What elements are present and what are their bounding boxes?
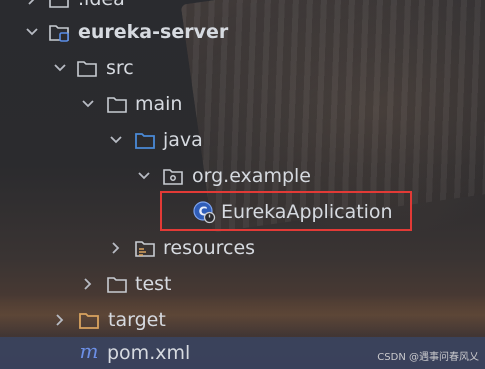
- tree-item-target[interactable]: target: [0, 303, 485, 337]
- tree-item-label: .idea: [78, 0, 125, 11]
- chevron-down-icon[interactable]: [108, 132, 124, 148]
- chevron-right-icon[interactable]: [108, 240, 124, 256]
- chevron-down-icon[interactable]: [136, 168, 152, 184]
- tree-item-label: src: [106, 57, 134, 79]
- module-folder-icon: [49, 25, 69, 42]
- project-tree: .idea eureka-server src main: [0, 0, 485, 369]
- tree-item-label: eureka-server: [78, 21, 229, 43]
- tree-item-idea[interactable]: .idea: [0, 0, 485, 16]
- svg-text:m: m: [80, 341, 99, 363]
- chevron-down-icon[interactable]: [80, 96, 96, 112]
- chevron-down-icon[interactable]: [24, 24, 40, 40]
- tree-item-resources[interactable]: resources: [0, 231, 485, 265]
- folder-icon: [107, 97, 127, 113]
- folder-icon: [49, 0, 69, 8]
- watermark: CSDN @遇事问春风乂: [377, 352, 479, 363]
- tree-item-test[interactable]: test: [0, 267, 485, 301]
- folder-icon: [77, 61, 97, 77]
- tree-item-org-example[interactable]: org.example: [0, 159, 485, 193]
- maven-icon: m: [80, 341, 99, 363]
- tree-item-label: main: [135, 93, 183, 115]
- tree-item-label: org.example: [192, 165, 311, 187]
- tree-item-main[interactable]: main: [0, 87, 485, 121]
- tree-item-label: java: [163, 129, 203, 151]
- chevron-down-icon[interactable]: [52, 60, 68, 76]
- source-folder-icon: [135, 133, 155, 149]
- resources-folder-icon: [135, 241, 155, 257]
- tree-item-label: resources: [163, 237, 256, 259]
- highlight-box: [160, 191, 412, 231]
- chevron-right-icon[interactable]: [80, 276, 96, 292]
- tree-item-label: test: [135, 273, 172, 295]
- package-icon: [163, 169, 183, 185]
- tree-item-java[interactable]: java: [0, 123, 485, 157]
- tree-item-label: pom.xml: [107, 342, 191, 364]
- folder-icon: [107, 277, 127, 293]
- tree-item-label: target: [108, 309, 166, 331]
- tree-item-src[interactable]: src: [0, 51, 485, 85]
- excluded-folder-icon: [79, 313, 99, 329]
- chevron-right-icon[interactable]: [52, 312, 68, 328]
- tree-item-eureka-server[interactable]: eureka-server: [0, 15, 485, 49]
- chevron-right-icon[interactable]: [24, 0, 40, 7]
